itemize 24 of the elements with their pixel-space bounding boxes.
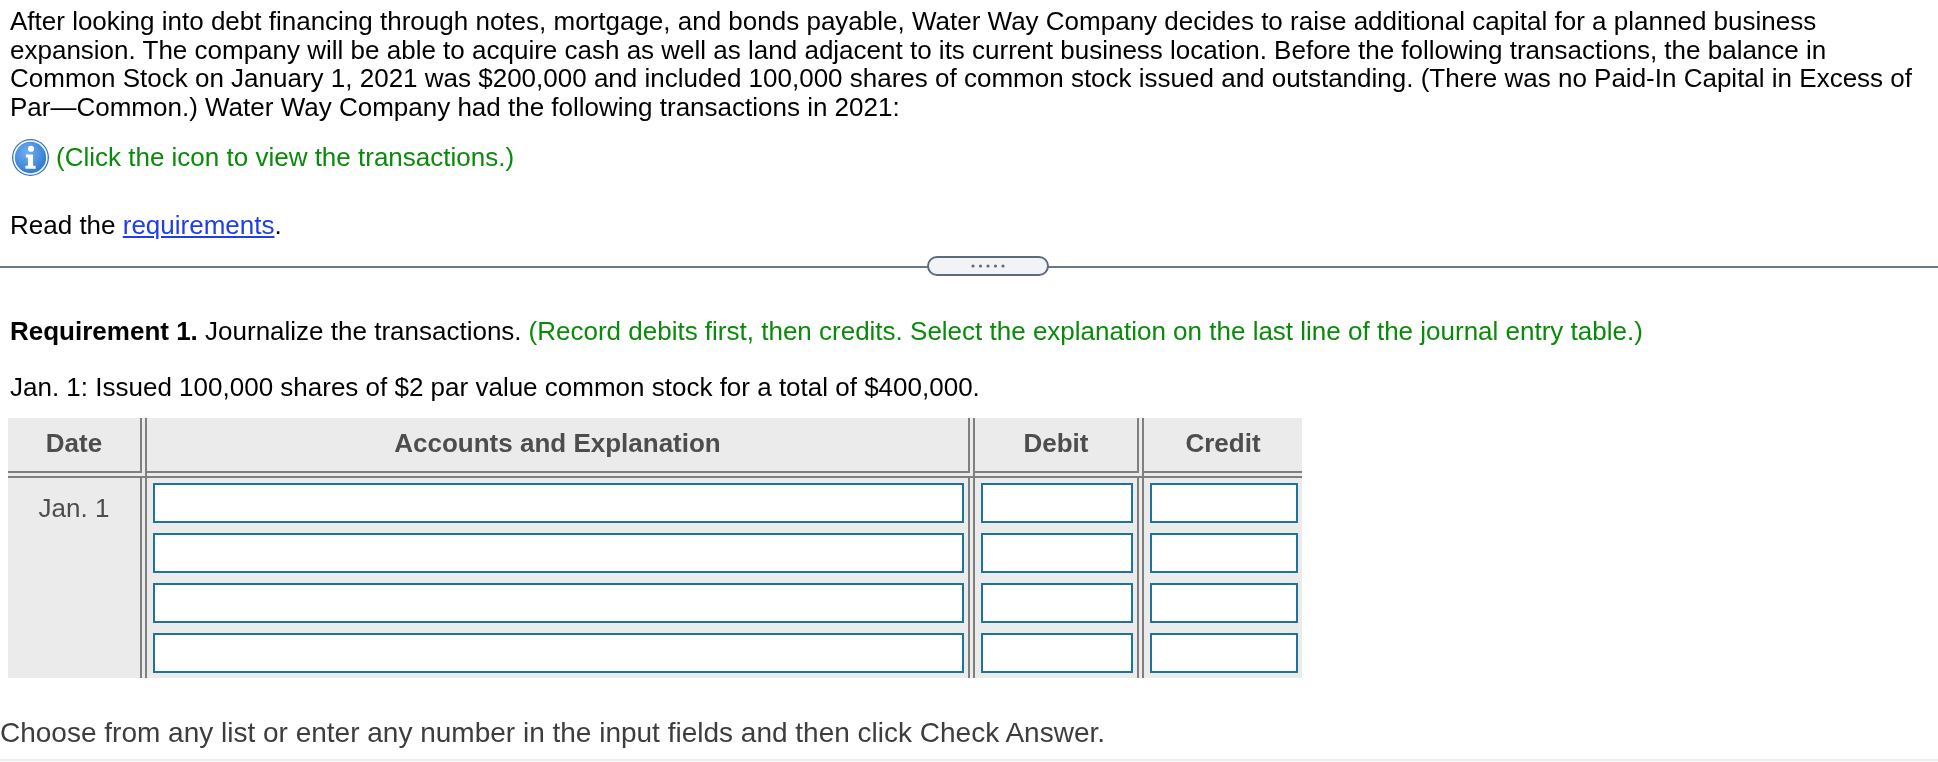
credit-field[interactable] bbox=[1150, 533, 1298, 573]
credit-field[interactable] bbox=[1150, 483, 1298, 523]
debit-field[interactable] bbox=[981, 483, 1133, 523]
column-header: Date bbox=[8, 418, 147, 478]
instruction-text: (Record debits first, then credits. Select the explanation on the last line of the journal entry table.) bbox=[528, 317, 1643, 345]
transaction-text: Jan. 1: Issued 100,000 shares of $2 par value common stock for a total of $400,000. bbox=[10, 373, 981, 401]
problem-text: After looking into debt financing through notes, mortgage, and bonds payable, Water Way Company decides to raise additional capital for a planned business expansion. The company will be able to acquire cash as well as land adjacent to its current business location. Before the following transactions, the balance in Common Stock on January 1, 2021 was $200,000 and included 100,000 shares of common stock issued and outstanding. (There was no Paid-In Capital in Excess of Par—Common.) Water Way Company had the following transactions in 2021: bbox=[9, 5, 1913, 121]
requirement-text: Requirement 1. Journalize the transactions. bbox=[10, 317, 522, 345]
read-prompt: Read the requirements. bbox=[10, 211, 283, 239]
info-hint: (Click the icon to view the transactions.) bbox=[56, 141, 515, 173]
divider-handle[interactable] bbox=[927, 256, 1049, 276]
info-icon[interactable] bbox=[11, 137, 50, 177]
account-field[interactable] bbox=[153, 533, 964, 573]
requirements-link[interactable]: requirements bbox=[122, 210, 275, 240]
footer-text: Choose from any list or enter any number in the input fields and then click Check Answer. bbox=[0, 717, 1106, 749]
credit-field[interactable] bbox=[1150, 583, 1298, 623]
debit-field[interactable] bbox=[981, 533, 1133, 573]
account-field[interactable] bbox=[153, 483, 964, 523]
account-field[interactable] bbox=[153, 633, 964, 673]
grip-dots-icon bbox=[971, 264, 1005, 268]
debit-field[interactable] bbox=[981, 583, 1133, 623]
account-field[interactable] bbox=[153, 583, 964, 623]
debit-field[interactable] bbox=[981, 633, 1133, 673]
credit-field[interactable] bbox=[1150, 633, 1298, 673]
